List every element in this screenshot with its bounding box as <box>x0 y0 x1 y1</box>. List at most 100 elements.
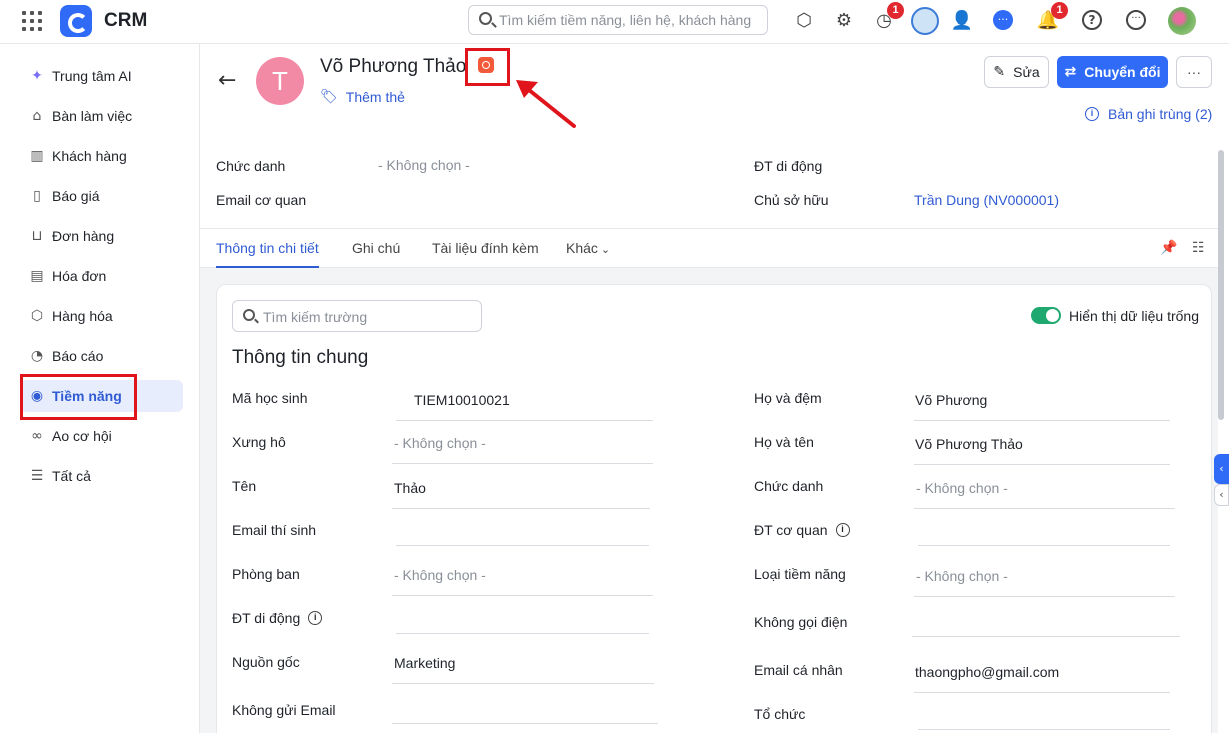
field-label-first-name: Tên <box>232 478 257 494</box>
summary-owner-value[interactable]: Trần Dung (NV000001) <box>914 192 1059 208</box>
summary-work-email-label: Email cơ quan <box>216 192 307 208</box>
field-label-no-email: Không gửi Email <box>232 702 336 718</box>
info-icon[interactable]: i <box>835 523 850 537</box>
sidebar-item-quotes[interactable]: ▯ Báo giá <box>20 180 183 212</box>
vertical-scrollbar[interactable] <box>1218 150 1224 420</box>
field-label-job-title: Chức danh <box>754 478 824 494</box>
sidebar-item-customers[interactable]: ▥ Khách hàng <box>20 140 183 172</box>
field-value-middle-name[interactable]: Võ Phương <box>914 389 1170 421</box>
user-avatar[interactable] <box>1168 7 1196 35</box>
add-user-icon[interactable]: 👤 <box>950 8 974 32</box>
field-label-source: Nguồn gốc <box>232 654 300 670</box>
search-icon <box>479 12 492 25</box>
assistant-avatar-icon[interactable] <box>911 7 939 35</box>
cube-search-icon[interactable]: ⬡ <box>792 8 816 32</box>
field-label-department: Phòng ban <box>232 566 300 582</box>
field-value-lead-type[interactable]: - Không chọn - <box>914 565 1175 597</box>
field-value-full-name[interactable]: Võ Phương Thảo <box>914 433 1170 465</box>
show-empty-toggle[interactable] <box>1031 307 1061 324</box>
field-label-candidate-email: Email thí sinh <box>232 522 317 538</box>
source-icon-highlight-box <box>465 48 510 86</box>
pin-icon[interactable]: 📌 <box>1160 240 1177 256</box>
bell-badge: 1 <box>1051 2 1068 19</box>
field-value-student-code[interactable]: TIEM10010021 <box>396 389 653 421</box>
invoice-icon: ▤ <box>30 268 44 284</box>
field-value-department[interactable]: - Không chọn - <box>392 564 653 596</box>
add-tag-link[interactable]: 🏷 Thêm thẻ <box>320 89 405 105</box>
side-panel-collapse[interactable]: ‹ <box>1214 484 1229 506</box>
field-value-mobile[interactable] <box>396 602 649 634</box>
summary-owner-label: Chủ sở hữu <box>754 192 829 208</box>
field-value-job-title[interactable]: - Không chọn - <box>914 477 1175 509</box>
field-value-salutation[interactable]: - Không chọn - <box>392 432 653 464</box>
record-avatar: T <box>256 57 304 105</box>
field-value-office-phone[interactable] <box>918 514 1170 546</box>
sliders-icon[interactable]: ☷ <box>1192 240 1205 256</box>
app-title: CRM <box>104 10 148 31</box>
field-label-office-phone: ĐT cơ quan i <box>754 522 850 538</box>
field-value-no-call[interactable] <box>912 605 1180 637</box>
field-label-full-name: Họ và tên <box>754 434 814 450</box>
pie-chart-icon: ◔ <box>30 348 44 364</box>
record-name: Võ Phương Thảo <box>320 56 467 77</box>
sparkle-icon: ✦ <box>31 68 43 84</box>
help-icon[interactable]: ? <box>1080 8 1104 32</box>
tab-details[interactable]: Thông tin chi tiết <box>216 229 319 268</box>
side-panel-toggle[interactable]: ‹ <box>1214 454 1229 484</box>
convert-icon: ⇄ <box>1064 64 1077 80</box>
tab-notes[interactable]: Ghi chú <box>352 229 400 268</box>
timer-icon[interactable]: ◷ 1 <box>872 2 904 32</box>
summary-title-label: Chức danh <box>216 158 286 174</box>
tag-icon: 🏷 <box>320 89 338 105</box>
tab-attachments[interactable]: Tài liệu đính kèm <box>432 229 539 268</box>
gear-icon[interactable]: ⚙ <box>832 8 856 32</box>
field-value-no-email[interactable] <box>392 692 658 724</box>
field-label-no-call: Không gọi điện <box>754 614 848 630</box>
duplicate-records-link[interactable]: i Bản ghi trùng (2) <box>1085 106 1212 122</box>
tab-bar: Thông tin chi tiết Ghi chú Tài liệu đính… <box>200 228 1218 268</box>
timer-badge: 1 <box>887 2 904 19</box>
field-label-student-code: Mã học sinh <box>232 390 308 406</box>
crm-logo[interactable] <box>60 5 92 37</box>
field-label-personal-email: Email cá nhân <box>754 662 843 678</box>
app-grid-icon[interactable] <box>22 11 42 31</box>
red-arrow-annotation <box>516 80 576 128</box>
global-search[interactable] <box>468 5 768 35</box>
edit-button[interactable]: ✎ Sửa <box>984 56 1049 88</box>
more-actions-button[interactable]: ··· <box>1176 56 1212 88</box>
summary-title-value[interactable]: - Không chọn - <box>378 157 470 173</box>
sidebar-item-all[interactable]: ☰ Tất cả <box>20 460 183 492</box>
field-search[interactable] <box>232 300 482 332</box>
back-arrow-icon[interactable]: ← <box>218 68 236 93</box>
sidebar-item-workspace[interactable]: ⌂ Bàn làm việc <box>20 100 183 132</box>
field-label-middle-name: Họ và đệm <box>754 390 822 406</box>
more-circle-icon[interactable]: ··· <box>1124 8 1148 32</box>
field-value-source[interactable]: Marketing <box>392 652 654 684</box>
field-value-personal-email[interactable]: thaongpho@gmail.com <box>914 661 1170 693</box>
global-search-input[interactable] <box>499 10 761 30</box>
convert-button[interactable]: ⇄ Chuyển đổi <box>1057 56 1168 88</box>
field-label-salutation: Xưng hô <box>232 434 286 450</box>
sidebar-item-invoices[interactable]: ▤ Hóa đơn <box>20 260 183 292</box>
sidebar-item-orders[interactable]: ⊔ Đơn hàng <box>20 220 183 252</box>
info-icon[interactable]: i <box>308 611 323 625</box>
sidebar-item-reports[interactable]: ◔ Báo cáo <box>20 340 183 372</box>
tab-more[interactable]: Khác ⌄ <box>566 229 610 268</box>
show-empty-label: Hiển thị dữ liệu trống <box>1069 308 1199 324</box>
field-value-organization[interactable] <box>918 698 1170 730</box>
top-bar: CRM ⬡ ⚙ ◷1 👤 ··· 🔔1 ? ··· <box>0 0 1229 44</box>
chevron-down-icon: ⌄ <box>600 243 611 256</box>
sidebar-item-products[interactable]: ⬡ Hàng hóa <box>20 300 183 332</box>
field-value-candidate-email[interactable] <box>396 514 649 546</box>
bell-icon[interactable]: 🔔 1 <box>1036 2 1068 32</box>
field-search-input[interactable] <box>263 307 473 327</box>
building-icon: ▥ <box>30 148 44 164</box>
field-value-first-name[interactable]: Thảo <box>392 477 650 509</box>
cart-icon: ⊔ <box>31 228 43 244</box>
field-label-organization: Tổ chức <box>754 706 806 722</box>
sidebar-item-opportunity-pool[interactable]: ∞ Ao cơ hội <box>20 420 183 452</box>
chat-icon[interactable]: ··· <box>991 8 1015 32</box>
summary-mobile-label: ĐT di động <box>754 158 823 174</box>
sidebar-item-ai-center[interactable]: ✦ Trung tâm AI <box>20 60 183 92</box>
leads-highlight-box <box>20 374 137 420</box>
